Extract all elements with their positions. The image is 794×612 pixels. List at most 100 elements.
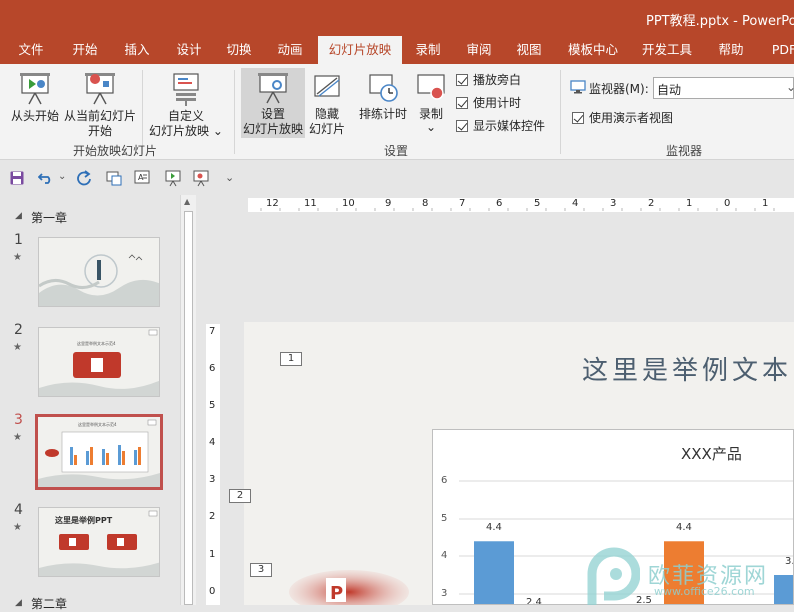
from-current-label-1: 从当前幻灯片 [63,109,136,123]
tab-animations[interactable]: 动画 [266,36,314,64]
from-current-label-2: 开始 [87,124,112,138]
tab-developer[interactable]: 开发工具 [636,36,698,64]
slide-title[interactable]: 这里是举例文本 [582,350,792,387]
placeholder-marker-1: 1 [280,352,302,366]
ruler-label: 3 [610,198,617,209]
from-beginning-label: 从头开始 [10,109,59,123]
animation-star-icon: ★ [13,522,22,533]
from-current-slide-button[interactable]: 从当前幻灯片 开始 [62,72,138,139]
ruler-label: 4 [209,437,216,448]
from-current-small-icon[interactable] [192,169,210,187]
slide-thumbnail-1[interactable] [38,237,160,307]
ruler-label: 9 [385,198,392,209]
presenter-view-label: 使用演示者视图 [589,111,674,125]
customize-qat-chevron-icon[interactable]: ⌄ [225,171,234,184]
tab-view[interactable]: 视图 [506,36,552,64]
tab-record[interactable]: 录制 [406,36,450,64]
section-title-1[interactable]: 第一章 [31,209,67,226]
group-divider [234,70,235,154]
hide-label-1: 隐藏 [314,107,339,121]
group-label-setup: 设置 [383,144,408,158]
ruler-label: 6 [209,363,216,374]
tab-review[interactable]: 审阅 [456,36,502,64]
slide-thumbnail-pane: ◢ 第一章 1 ★ 2 ★ 这里是举例文本示范4 3 ★ 这里是举例文本示范4 … [0,195,200,611]
ruler-label: 10 [342,198,355,209]
checkbox-checked-icon [456,97,468,109]
tab-design[interactable]: 设计 [166,36,212,64]
ribbon-tabs: 文件 开始 插入 设计 切换 动画 幻灯片放映 录制 审阅 视图 模板中心 开发… [0,36,794,64]
chevron-down-icon: ⌄ [786,80,794,94]
section-collapse-icon[interactable]: ◢ [15,211,22,221]
ruler-label: 8 [422,198,429,209]
ruler-ticks [260,208,775,211]
section-title-2[interactable]: 第二章 [31,595,67,612]
window-title: PPT教程.pptx - PowerPoi [646,14,794,29]
custom-slideshow-button[interactable]: 自定义 幻灯片放映 ⌄ [146,72,226,139]
ribbon: 从头开始 从当前幻灯片 开始 自定义 幻灯片放映 ⌄ 开始放映幻灯片 设置 幻灯… [0,64,794,160]
save-icon[interactable] [10,171,24,185]
section-collapse-icon[interactable]: ◢ [15,598,22,608]
tab-template-center[interactable]: 模板中心 [562,36,624,64]
undo-icon[interactable] [38,170,54,184]
redo-icon[interactable] [76,170,92,186]
narration-label: 播放旁白 [473,73,522,87]
present-icon[interactable] [106,170,122,186]
animation-star-icon: ★ [13,252,22,263]
group-divider [560,70,561,154]
ruler-label: 2 [648,198,655,209]
group-label-start-slideshow: 开始放映幻灯片 [72,144,157,158]
hide-label-2: 幻灯片 [308,122,345,136]
animation-star-icon: ★ [13,432,22,443]
ruler-label: 1 [762,198,769,209]
projector-current-icon [85,73,115,105]
slide-number: 1 [14,232,23,248]
tab-file[interactable]: 文件 [6,36,56,64]
ruler-label: 11 [304,198,317,209]
animation-star-icon: ★ [13,342,22,353]
setup-slideshow-button[interactable]: 设置 幻灯片放映 [241,68,305,138]
tab-insert[interactable]: 插入 [114,36,160,64]
ruler-label: 1 [209,549,216,560]
thumbnail-scrollbar[interactable]: ▲ [180,195,196,605]
thumb-title: 这里是举例文本示范4 [78,422,117,427]
tab-home[interactable]: 开始 [62,36,108,64]
checkbox-checked-icon [572,112,584,124]
setup-slideshow-icon [258,73,288,104]
slide-number: 4 [14,502,23,518]
projector-play-icon [20,73,50,105]
monitor-dropdown[interactable]: 自动 ⌄ [653,77,794,99]
ruler-label: 4 [572,198,579,209]
tab-slideshow[interactable]: 幻灯片放映 [318,36,402,64]
scroll-up-arrow-icon[interactable]: ▲ [184,197,190,206]
tab-transitions[interactable]: 切换 [216,36,262,64]
presenter-view-checkbox[interactable]: 使用演示者视图 [572,110,673,126]
ruler-label: 7 [459,198,466,209]
data-label: 2.4 [526,597,542,605]
hide-slide-button[interactable]: 隐藏 幻灯片 [306,72,348,137]
ruler-label: 6 [496,198,503,209]
tab-pdf[interactable]: PDF [764,36,794,64]
watermark-url: www.office26.com [654,585,755,598]
slide-thumbnail-4[interactable]: 这里是举例PPT [38,507,160,577]
record-button[interactable]: 录制 ⌄ [413,72,449,133]
from-beginning-small-icon[interactable] [164,169,182,187]
slide-thumbnail-3-selected[interactable]: 这里是举例文本示范4 [35,414,163,490]
thumb-title: 这里是举例PPT [55,516,113,525]
rehearse-label: 排练计时 [358,107,407,121]
tab-help[interactable]: 帮助 [710,36,752,64]
from-beginning-button[interactable]: 从头开始 [8,72,62,124]
text-box-icon[interactable]: A [134,170,150,184]
record-icon [417,74,445,100]
rehearse-timings-button[interactable]: 排练计时 [356,72,410,122]
media-controls-label: 显示媒体控件 [473,119,546,133]
slide-thumbnail-2[interactable]: 这里是举例文本示范4 [38,327,160,397]
show-media-controls-checkbox[interactable]: 显示媒体控件 [456,118,545,134]
ruler-label: 3 [209,474,216,485]
undo-dropdown-chevron-icon[interactable]: ⌄ [58,171,66,182]
play-narration-checkbox[interactable]: 播放旁白 [456,72,521,88]
monitor-label: 监视器(M): [589,82,649,96]
custom-slideshow-icon [173,73,199,106]
use-timings-checkbox[interactable]: 使用计时 [456,95,521,111]
placeholder-marker-3: 3 [250,563,272,577]
scrollbar-thumb[interactable] [184,211,193,605]
